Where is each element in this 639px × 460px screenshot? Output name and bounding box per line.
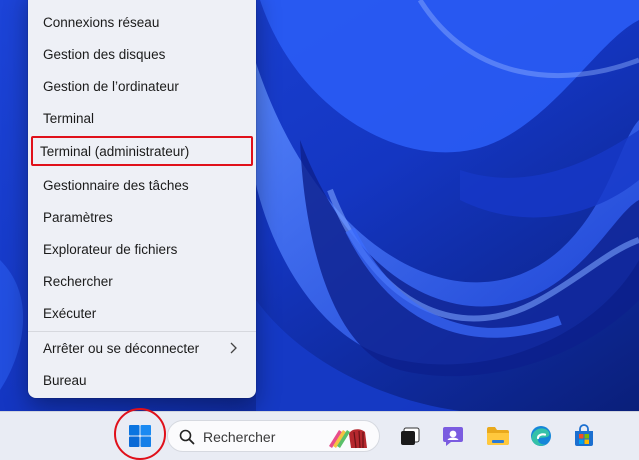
menu-item-network-connections[interactable]: Connexions réseau [34,8,250,36]
microsoft-store-button[interactable] [568,420,600,452]
menu-item-label: Arrêter ou se déconnecter [43,340,200,356]
menu-item-label: Gestion de l’ordinateur [43,78,179,94]
search-icon [179,429,195,445]
edge-icon [531,426,551,446]
power-user-menu: Connexions réseau Gestion des disques Ge… [28,0,256,398]
edge-button[interactable] [525,420,557,452]
search-placeholder: Rechercher [203,429,276,445]
menu-item-label: Paramètres [43,209,113,225]
menu-item-task-manager[interactable]: Gestionnaire des tâches [34,171,250,199]
taskbar-search-box[interactable]: Rechercher [167,420,380,452]
menu-item-label: Gestion des disques [43,46,166,62]
search-highlight-icon [329,429,367,449]
menu-item-shutdown[interactable]: Arrêter ou se déconnecter [34,334,250,362]
menu-item-settings[interactable]: Paramètres [34,203,250,231]
microsoft-store-icon [575,424,593,446]
menu-item-run[interactable]: Exécuter [34,299,250,327]
start-icon [129,425,151,447]
menu-item-disk-management[interactable]: Gestion des disques [34,40,250,68]
start-button[interactable] [124,420,156,452]
menu-item-terminal[interactable]: Terminal [34,104,250,132]
task-view-icon [401,427,420,445]
menu-item-search[interactable]: Rechercher [34,267,250,295]
file-explorer-icon [487,427,509,445]
menu-item-label: Terminal [43,110,95,126]
menu-separator [28,331,256,332]
menu-item-label: Explorateur de fichiers [43,241,178,257]
menu-item-computer-management[interactable]: Gestion de l’ordinateur [34,72,250,100]
menu-item-label: Terminal (administrateur) [40,143,190,159]
teams-chat-icon [443,427,463,446]
menu-item-label: Rechercher [43,273,113,289]
taskbar: Rechercher [0,408,639,460]
task-view-button[interactable] [394,420,426,452]
menu-item-label: Connexions réseau [43,14,160,30]
menu-item-label: Gestionnaire des tâches [43,177,189,193]
menu-item-terminal-admin[interactable]: Terminal (administrateur) [31,136,253,166]
chat-button[interactable] [437,420,469,452]
menu-item-label: Bureau [43,372,87,388]
menu-item-label: Exécuter [43,305,97,321]
file-explorer-button[interactable] [482,420,514,452]
chevron-right-icon [230,342,237,354]
menu-item-desktop[interactable]: Bureau [34,366,250,394]
menu-item-file-explorer[interactable]: Explorateur de fichiers [34,235,250,263]
